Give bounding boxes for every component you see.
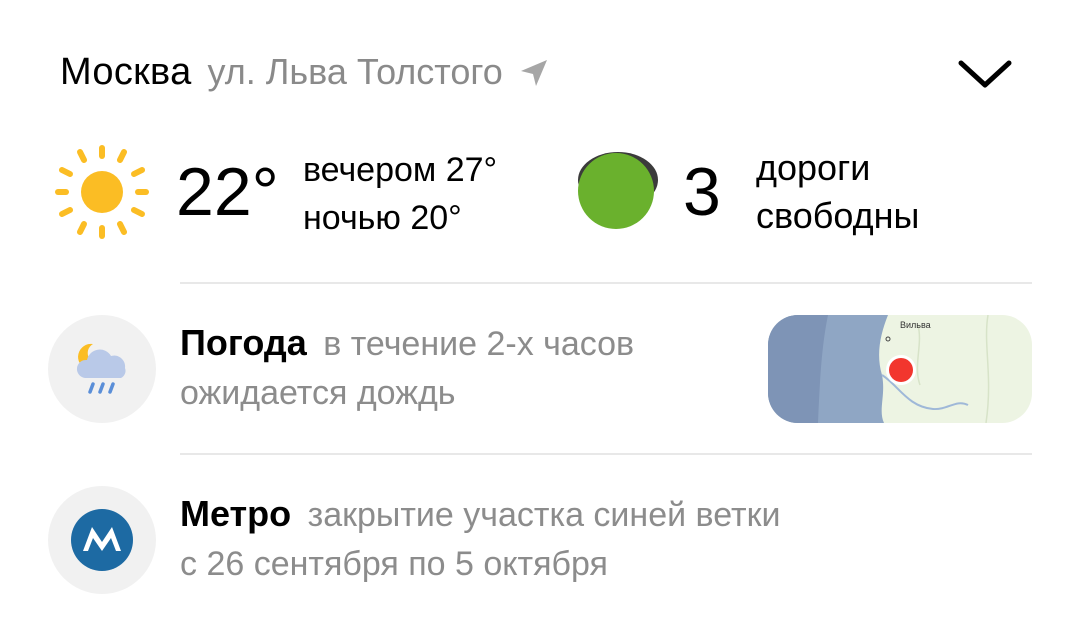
traffic-light-icon (578, 152, 658, 229)
metro-alert-icon-circle (48, 486, 156, 594)
divider (180, 453, 1032, 455)
moon-cloud-rain-icon (76, 343, 126, 394)
metro-alert-subtitle: закрытие участка синей ветки (307, 496, 781, 534)
location-arrow-icon (520, 60, 547, 86)
city-name: Москва (60, 51, 192, 93)
precipitation-map[interactable]: Вильва (768, 315, 1032, 423)
temperature-forecast: вечером 27° ночью 20° (303, 146, 497, 242)
metro-alert-text: Метро закрытие участка синей ветки с 26 … (180, 493, 780, 584)
traffic-score: 3 (683, 154, 721, 230)
weather-alert-icon-circle (48, 315, 156, 423)
metro-alert-title: Метро (180, 493, 292, 534)
precipitation-map-image: Вильва (768, 315, 1032, 423)
traffic-status-line1: дороги (756, 147, 871, 188)
weather-alert-detail: ожидается дождь (180, 374, 456, 412)
map-place-label: Вильва (900, 320, 931, 330)
weather-alert-text: Погода в течение 2-х часов ожидается дож… (180, 322, 634, 413)
divider (180, 282, 1032, 284)
evening-temperature: вечером 27° (303, 151, 498, 189)
current-temperature: 22° (176, 154, 279, 230)
traffic-status-line2: свободны (756, 195, 920, 236)
night-temperature: ночью 20° (303, 199, 462, 237)
weather-alert-subtitle: в течение 2-х часов (323, 325, 635, 363)
traffic-status: дороги свободны (756, 144, 919, 240)
weather-alert-title: Погода (180, 322, 307, 363)
metro-alert-detail: с 26 сентября по 5 октября (180, 545, 608, 583)
location-header[interactable]: Москва ул. Льва Толстого (60, 50, 551, 100)
chevron-down-icon[interactable] (955, 55, 1015, 91)
metro-icon (71, 509, 133, 571)
street-name: ул. Льва Толстого (207, 51, 503, 92)
sun-icon (55, 145, 149, 239)
